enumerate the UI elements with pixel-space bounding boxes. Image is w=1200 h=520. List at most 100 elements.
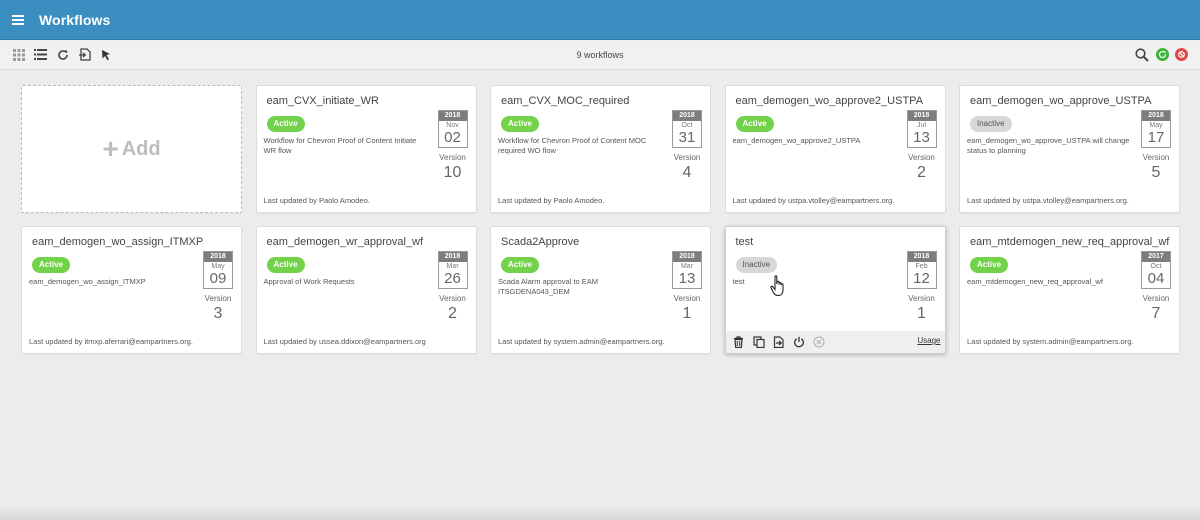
workflow-title: eam_demogen_wo_assign_ITMXP [32, 236, 204, 248]
workflow-title: Scada2Approve [501, 236, 580, 248]
running-status-icon[interactable] [1156, 48, 1169, 61]
calendar-day: 04 [1147, 270, 1165, 287]
stopped-status-icon[interactable] [1175, 48, 1188, 61]
calendar-date: 2018 May 17 [1141, 110, 1171, 148]
app-header: Workflows [0, 0, 1200, 40]
workflow-card[interactable]: test Inactive test 2018 Feb 12 Version 1 [724, 226, 946, 354]
status-badge: Active [266, 257, 305, 273]
page-title: Workflows [39, 11, 111, 28]
version-number: 1 [682, 305, 692, 322]
last-updated: Last updated by itmxp.aferrari@eampartne… [29, 337, 193, 346]
workflow-card[interactable]: eam_demogen_wo_assign_ITMXP Active eam_d… [21, 226, 242, 354]
status-badge: Active [501, 116, 540, 132]
copy-icon[interactable] [752, 335, 766, 349]
calendar-year: 2018 [1142, 111, 1170, 121]
version-number: 10 [443, 164, 462, 181]
calendar-day: 17 [1147, 129, 1165, 146]
workflow-description: Approval of Work Requests [263, 277, 355, 286]
calendar-year: 2018 [673, 111, 701, 121]
usage-link[interactable]: Usage [917, 336, 940, 345]
last-updated: Last updated by system.admin@eampartners… [498, 337, 665, 346]
status-badge: Active [735, 116, 774, 132]
version-number: 4 [682, 164, 692, 181]
calendar-date: 2018 Mar 26 [437, 251, 468, 289]
calendar-year: 2018 [438, 252, 467, 262]
workflow-title: eam_CVX_initiate_WR [266, 95, 380, 107]
version-number: 3 [213, 305, 223, 322]
add-label: Add [121, 137, 161, 160]
workflow-title: eam_mtdemogen_new_req_approval_wf [970, 236, 1170, 248]
status-badge: Active [501, 257, 540, 273]
version-label: Version [908, 153, 935, 162]
calendar-year: 2018 [673, 252, 701, 262]
version-number: 1 [917, 305, 926, 322]
calendar-year: 2018 [438, 111, 467, 121]
cancel-icon[interactable] [812, 335, 826, 349]
workflow-title: eam_demogen_wo_approve2_USTPA [735, 95, 924, 107]
calendar-day: 13 [913, 129, 930, 146]
last-updated: Last updated by ustpa.vtolley@eampartner… [732, 196, 895, 205]
export-icon[interactable] [772, 335, 786, 349]
last-updated: Last updated by ustpa.vtolley@eampartner… [967, 196, 1129, 205]
calendar-year: 2018 [907, 252, 936, 262]
calendar-date: 2017 Oct 04 [1141, 251, 1171, 289]
calendar-date: 2018 Oct 31 [672, 110, 702, 148]
version-label: Version [908, 294, 935, 303]
workflow-card[interactable]: eam_demogen_wo_approve_USTPA Inactive ea… [959, 85, 1180, 213]
last-updated: Last updated by system.admin@eampartners… [967, 337, 1134, 346]
calendar-year: 2018 [204, 252, 232, 262]
calendar-year: 2017 [1142, 252, 1170, 262]
workflow-card[interactable]: Scada2Approve Active Scada Alarm approva… [490, 226, 711, 354]
last-updated: Last updated by Paolo Amodeo. [263, 196, 370, 205]
refresh-icon[interactable] [54, 46, 71, 63]
workflow-title: eam_CVX_MOC_required [501, 95, 630, 107]
workflow-card[interactable]: eam_demogen_wr_approval_wf Active Approv… [255, 226, 477, 354]
version-number: 7 [1151, 305, 1161, 322]
workflow-card[interactable]: eam_CVX_MOC_required Active Workflow for… [490, 85, 711, 213]
calendar-day: 13 [678, 270, 696, 287]
workflow-description: eam_demogen_wo_assign_ITMXP [29, 277, 146, 286]
hamburger-menu-icon[interactable] [0, 0, 36, 40]
workflow-card[interactable]: eam_CVX_initiate_WR Active Workflow for … [255, 85, 477, 213]
version-label: Version [439, 294, 466, 303]
version-label: Version [673, 294, 701, 303]
calendar-day: 26 [444, 270, 461, 287]
version-number: 5 [1151, 164, 1161, 181]
last-updated: Last updated by ussea.ddixon@eampartners… [263, 337, 426, 346]
workflow-description: test [732, 277, 745, 286]
calendar-day: 12 [913, 270, 930, 287]
calendar-day: 02 [444, 129, 461, 146]
status-badge: Inactive [735, 257, 778, 273]
calendar-date: 2018 Feb 12 [906, 251, 937, 289]
workflow-description: Workflow for Chevron Proof of Content In… [263, 136, 417, 155]
search-icon[interactable] [1133, 46, 1150, 63]
status-badge: Active [32, 257, 71, 273]
calendar-year: 2018 [907, 111, 936, 121]
last-updated: Last updated by Paolo Amodeo. [498, 196, 605, 205]
add-workflow-button[interactable]: + Add [21, 85, 242, 213]
power-icon[interactable] [792, 335, 806, 349]
list-view-icon[interactable] [32, 46, 49, 63]
workflow-card[interactable]: eam_mtdemogen_new_req_approval_wf Active… [959, 226, 1180, 354]
workflow-count: 9 workflows [576, 50, 624, 60]
version-label: Version [1142, 294, 1170, 303]
version-number: 2 [448, 305, 457, 322]
status-badge: Active [970, 257, 1009, 273]
version-label: Version [1142, 153, 1170, 162]
calendar-date: 2018 Nov 02 [437, 110, 468, 148]
grid-view-icon[interactable] [10, 46, 27, 63]
select-cursor-icon[interactable] [98, 46, 115, 63]
calendar-date: 2018 May 09 [203, 251, 233, 289]
status-badge: Active [266, 116, 305, 132]
workflow-card[interactable]: eam_demogen_wo_approve2_USTPA Active eam… [724, 85, 946, 213]
workflow-title: eam_demogen_wo_approve_USTPA [970, 95, 1152, 107]
toolbar: 9 workflows [0, 41, 1200, 70]
workflow-grid: + Add eam_CVX_initiate_WR Active Workflo… [21, 85, 1180, 354]
workflow-title: eam_demogen_wr_approval_wf [266, 236, 424, 248]
plus-icon: + [102, 133, 119, 164]
delete-icon[interactable] [732, 335, 746, 349]
version-label: Version [439, 153, 466, 162]
status-badge: Inactive [970, 116, 1012, 132]
import-icon[interactable] [76, 46, 93, 63]
version-label: Version [673, 153, 701, 162]
